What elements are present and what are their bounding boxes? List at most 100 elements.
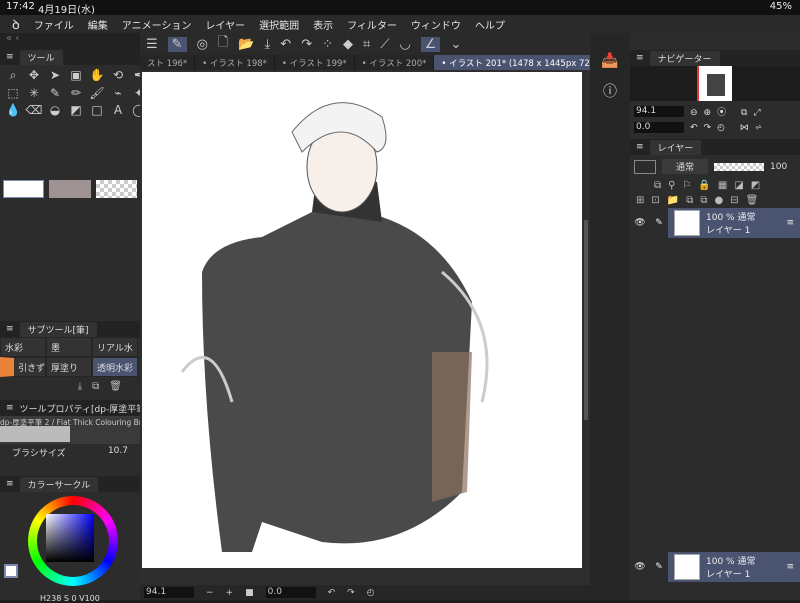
subtool-item[interactable]: 引きずり: [0, 357, 46, 377]
pen-icon[interactable]: ✎: [46, 86, 64, 100]
pen-pressure-icon[interactable]: ∠: [420, 36, 441, 52]
magic-wand-icon[interactable]: ✳: [25, 86, 43, 100]
zoom-controls[interactable]: ⊖⊕⦿ ⧉⤢: [690, 105, 767, 118]
zoom-in-icon[interactable]: +: [226, 588, 234, 598]
zoom-tool-icon[interactable]: ⌕: [4, 68, 22, 83]
menu-edit[interactable]: 編集: [88, 17, 108, 32]
subtool-item[interactable]: リアル水: [92, 337, 138, 357]
navigator-zoom-field[interactable]: 94.1: [634, 106, 684, 117]
tab-document[interactable]: • イラスト 198*: [195, 55, 275, 70]
zoom-field[interactable]: 94.1: [144, 587, 194, 598]
layer-action-icons[interactable]: ⊞⊡📁⧉⧉●⊟🗑: [630, 193, 800, 208]
save-icon[interactable]: ⤓: [265, 37, 271, 52]
menu-icon[interactable]: ☰: [146, 37, 158, 52]
redo-icon[interactable]: ↷: [301, 37, 312, 52]
gradient-icon[interactable]: ◩: [67, 103, 85, 117]
blend-icon[interactable]: 💧: [4, 103, 22, 117]
opacity-slider[interactable]: [714, 162, 765, 171]
menu-animation[interactable]: アニメーション: [122, 17, 192, 32]
subtool-item-selected[interactable]: 透明水彩: [92, 357, 138, 377]
layer-row[interactable]: 👁 ✎ 100 % 通常 レイヤー 1 ≡: [630, 208, 800, 238]
hand-icon[interactable]: ✋: [88, 68, 106, 83]
brush-icon[interactable]: 🖌: [88, 86, 106, 100]
collapse-icon[interactable]: « ‹: [0, 33, 140, 49]
fit-icon[interactable]: ■: [245, 588, 254, 598]
transparent-color-swatch[interactable]: [95, 180, 138, 198]
edit-icon[interactable]: ✎: [167, 36, 187, 52]
crop-icon[interactable]: ⌗: [363, 37, 370, 52]
eye-icon[interactable]: 👁: [630, 552, 650, 582]
move-tool-icon[interactable]: ✥: [25, 68, 43, 83]
color-panel-title: カラーサークル: [19, 476, 99, 492]
inbox-icon[interactable]: 📥: [601, 53, 618, 69]
rotation-field[interactable]: 0.0: [265, 587, 316, 598]
brush-size-value[interactable]: 10.7: [108, 446, 128, 459]
text-icon[interactable]: A: [109, 103, 127, 117]
menu-filter[interactable]: フィルター: [347, 17, 397, 32]
airbrush-icon[interactable]: ⌁: [109, 86, 127, 100]
rotation-controls[interactable]: ↶↷◴ ⋈⩫: [690, 123, 768, 133]
menu-window[interactable]: ウィンドウ: [411, 17, 461, 32]
undo-icon[interactable]: ↶: [280, 37, 291, 52]
open-icon[interactable]: 📂: [238, 37, 254, 52]
opacity-value[interactable]: 100: [770, 162, 787, 172]
tool-grid: ⌕ ✥ ➤ ▣ ✋ ⟲ ✒ ⬚ ✳ ✎ ✏ 🖌 ⌁ ✦ 💧 ⌫ ◒ ◩ □ A ◯: [0, 65, 146, 120]
document-tabs: スト 196* • イラスト 198* • イラスト 199* • イラスト 2…: [140, 55, 590, 70]
layer-color-toggle[interactable]: [634, 159, 656, 174]
tool-property-header: ≡ ツールプロパティ[dp-厚塗平筆: [0, 400, 140, 416]
pencil-icon[interactable]: ✏: [67, 86, 85, 100]
layer-property-icons[interactable]: ⧉⚲⚐🔒▦◪◩: [630, 178, 800, 193]
fill-bucket-icon[interactable]: ◆: [343, 37, 353, 52]
layer-menu-icon[interactable]: ≡: [786, 218, 800, 228]
operation-tool-icon[interactable]: ➤: [46, 68, 64, 83]
eye-icon[interactable]: 👁: [630, 208, 650, 238]
zoom-out-icon[interactable]: −: [206, 588, 214, 598]
saturation-value-square[interactable]: [46, 514, 94, 562]
blend-mode-select[interactable]: 通常: [662, 159, 709, 174]
subtool-item[interactable]: 水彩: [0, 337, 46, 357]
layer-move-icon[interactable]: ▣: [67, 68, 85, 83]
sub-color-swatch[interactable]: [49, 180, 91, 198]
menu-file[interactable]: ファイル: [34, 17, 74, 32]
pen-lock-icon[interactable]: ✎: [650, 552, 668, 582]
subtool-item[interactable]: 厚塗り: [46, 357, 92, 377]
rotate-right-icon[interactable]: ↷: [347, 588, 355, 598]
navigator-preview[interactable]: [630, 66, 800, 101]
reset-rotation-icon[interactable]: ◴: [367, 588, 375, 598]
eraser-icon[interactable]: ⌫: [25, 103, 43, 117]
menu-selection[interactable]: 選択範囲: [259, 17, 299, 32]
tab-document[interactable]: • イラスト 199*: [275, 55, 355, 70]
new-file-icon[interactable]: 🗋: [218, 33, 228, 55]
menu-view[interactable]: 表示: [313, 17, 333, 32]
fill-icon[interactable]: ◒: [46, 103, 64, 117]
rotate-icon[interactable]: ⟲: [109, 68, 127, 83]
menu-help[interactable]: ヘルプ: [475, 17, 505, 32]
select-icon[interactable]: ⬚: [4, 86, 22, 100]
menu-bar: ꝺ ファイル 編集 アニメーション レイヤー 選択範囲 表示 フィルター ウィン…: [0, 15, 800, 33]
drawing-canvas[interactable]: [142, 72, 582, 568]
bowl-icon[interactable]: ◡: [399, 37, 410, 52]
deselect-icon[interactable]: ⁘: [322, 37, 333, 52]
layer-panel-header: ≡ レイヤー: [630, 139, 800, 155]
menu-layer[interactable]: レイヤー: [205, 17, 245, 32]
ruler-icon[interactable]: ⟋: [380, 37, 389, 52]
tab-document[interactable]: • イラスト 200*: [355, 55, 435, 70]
rotate-left-icon[interactable]: ↶: [328, 588, 336, 598]
subtool-actions[interactable]: ⤓⧉🗑: [0, 377, 140, 396]
chevron-down-icon[interactable]: ⌄: [450, 37, 461, 52]
vertical-scrollbar[interactable]: [584, 220, 588, 420]
layer-row-bottom[interactable]: 👁 ✎ 100 % 通常 レイヤー 1 ≡: [630, 552, 800, 582]
spiral-icon[interactable]: ◎: [197, 37, 208, 52]
main-color-chip[interactable]: [4, 564, 18, 578]
color-wheel[interactable]: [28, 496, 118, 586]
tab-document-active[interactable]: • イラスト 201* (1478 x 1445px 72dpi 94.1%): [434, 55, 590, 70]
main-color-swatch[interactable]: [3, 180, 45, 198]
layer-menu-icon[interactable]: ≡: [786, 562, 800, 572]
figure-icon[interactable]: □: [88, 103, 106, 117]
navigator-rotation-field[interactable]: 0.0: [634, 122, 684, 133]
subtool-item[interactable]: 墨: [46, 337, 92, 357]
pen-lock-icon[interactable]: ✎: [650, 208, 668, 238]
app-logo-icon[interactable]: ꝺ: [12, 15, 20, 33]
tab-document[interactable]: スト 196*: [140, 55, 196, 70]
info-icon[interactable]: ⓘ: [603, 81, 617, 101]
